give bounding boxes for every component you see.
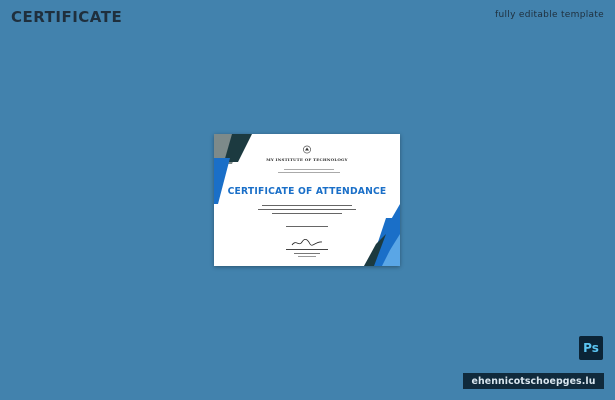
institute-name: MY INSTITUTE OF TECHNOLOGY xyxy=(266,157,348,162)
page-title: CERTIFICATE xyxy=(11,8,123,26)
signer-name-line xyxy=(294,253,320,254)
signature-icon xyxy=(291,238,323,246)
certificate-title: CERTIFICATE OF ATTENDANCE xyxy=(227,185,387,198)
photoshop-icon: Ps xyxy=(579,336,603,360)
body-text-line xyxy=(272,213,342,215)
date-line xyxy=(286,226,328,228)
subtitle-line xyxy=(284,169,334,170)
body-text-line xyxy=(262,205,352,207)
certificate-preview[interactable]: MY INSTITUTE OF TECHNOLOGY CERTIFICATE O… xyxy=(214,134,400,266)
institute-logo-icon xyxy=(303,145,311,154)
tagline: fully editable template xyxy=(495,10,604,20)
signer-role-line xyxy=(298,256,316,257)
body-text-line xyxy=(258,209,356,211)
watermark-badge: ehennicotschoepges.lu xyxy=(463,373,604,389)
subtitle-line xyxy=(278,172,340,173)
signature-line xyxy=(286,249,328,250)
